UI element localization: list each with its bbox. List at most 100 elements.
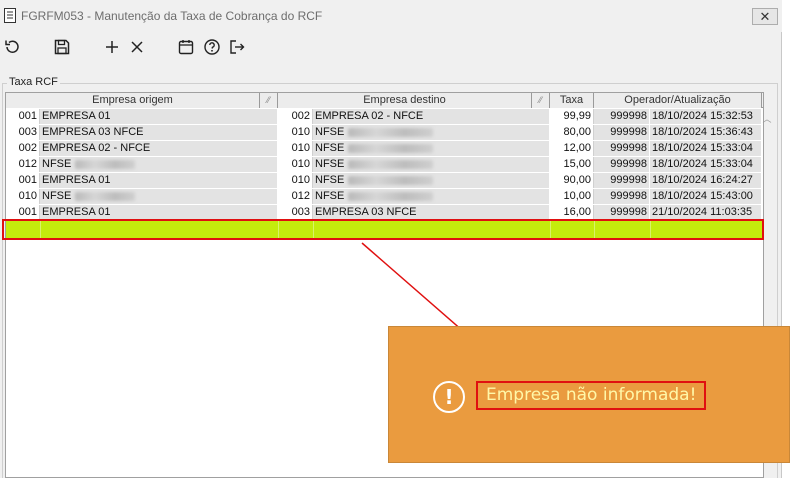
cell-text: NFSE	[42, 190, 72, 202]
table-row[interactable]: 003 EMPRESA 03 NFCE 010 NFSE 80,00 999998 18/1…	[6, 125, 763, 141]
cell-text: EMPRESA 01	[42, 174, 111, 186]
grid-cell-data[interactable]: 18/10/2024 15:36:43	[650, 125, 762, 140]
grid-cell-taxa[interactable]: 10,00	[550, 189, 594, 204]
exclamation-icon: !	[433, 381, 465, 413]
window-title: FGRFM053 - Manutenção da Taxa de Cobranç…	[21, 9, 323, 23]
table-row[interactable]: 002 EMPRESA 02 - NFCE 010 NFSE 12,00 999998 18…	[6, 141, 763, 157]
title-bar: FGRFM053 - Manutenção da Taxa de Cobranç…	[0, 0, 782, 32]
grid-cell-taxa[interactable]: 99,99	[550, 109, 594, 124]
group-label: Taxa RCF	[7, 76, 60, 88]
cell-text: 90,00	[563, 174, 591, 186]
refresh-icon	[5, 40, 19, 53]
cell-text: 999998	[610, 126, 647, 138]
grid-cell-orig-code[interactable]: 002	[6, 141, 40, 156]
table-row[interactable]: 010 NFSE 012 NFSE 10,00 999998 18/10/2024 15:4…	[6, 189, 763, 205]
toolbar	[0, 33, 782, 61]
grid-cell-orig-name[interactable]: NFSE	[40, 189, 278, 204]
grid-cell-data[interactable]: 18/10/2024 15:33:04	[650, 141, 762, 156]
delete-button[interactable]	[127, 37, 147, 57]
grid-cell-dest-code[interactable]: 010	[278, 157, 313, 172]
cell-text: 010	[18, 190, 37, 202]
table-row[interactable]: 001 EMPRESA 01 010 NFSE 90,00 999998 18/10/202…	[6, 173, 763, 189]
grid-cell-dest-code[interactable]: 010	[278, 141, 313, 156]
grid-cell-operador[interactable]: 999998	[594, 157, 650, 172]
grid-cell-data[interactable]: 18/10/2024 15:32:53	[650, 109, 762, 124]
cell-text: 18/10/2024 15:36:43	[652, 126, 753, 138]
cell-text: 99,99	[563, 110, 591, 122]
grid-cell-operador[interactable]: 999998	[594, 125, 650, 140]
grid-cell-operador[interactable]: 999998	[594, 173, 650, 188]
cell-text: EMPRESA 01	[42, 206, 111, 218]
grid-cell-dest-name[interactable]: NFSE	[313, 189, 550, 204]
grid-cell-operador[interactable]: 999998	[594, 189, 650, 204]
grid-cell-operador[interactable]: 999998	[594, 141, 650, 156]
header-operador[interactable]: Operador/Atualização	[594, 93, 762, 108]
grid-cell-orig-code[interactable]: 012	[6, 157, 40, 172]
grid-cell-data[interactable]: 18/10/2024 15:43:00	[650, 189, 762, 204]
cell-text: 999998	[610, 190, 647, 202]
grid-cell-orig-name[interactable]: EMPRESA 01	[40, 173, 278, 188]
header-empresa-destino[interactable]: Empresa destino	[278, 93, 532, 108]
cell-text: 002	[18, 142, 37, 154]
grid-cell-data[interactable]: 18/10/2024 16:24:27	[650, 173, 762, 188]
grid-cell-orig-name[interactable]: NFSE	[40, 157, 278, 172]
grid-cell-dest-code[interactable]: 002	[278, 109, 313, 124]
grid-cell-dest-name[interactable]: NFSE	[313, 173, 550, 188]
grid-cell-orig-code[interactable]: 001	[6, 205, 40, 220]
cell-text: 999998	[610, 174, 647, 186]
table-row[interactable]: 012 NFSE 010 NFSE 15,00 999998 18/10/2024 15:3…	[6, 157, 763, 173]
scroll-up-arrow[interactable]: ︿	[761, 112, 773, 124]
grid-cell-orig-code[interactable]: 001	[6, 109, 40, 124]
filter-icon[interactable]: ⁄⁄	[532, 93, 550, 108]
grid-cell-orig-name[interactable]: EMPRESA 01	[40, 205, 278, 220]
grid-cell-orig-code[interactable]: 001	[6, 173, 40, 188]
calendar-button[interactable]	[176, 37, 196, 57]
grid-cell-taxa[interactable]: 16,00	[550, 205, 594, 220]
grid-cell-orig-name[interactable]: EMPRESA 01	[40, 109, 278, 124]
exit-button[interactable]	[227, 37, 247, 57]
header-taxa[interactable]: Taxa	[550, 93, 594, 108]
grid-cell-data[interactable]: 18/10/2024 15:33:04	[650, 157, 762, 172]
header-empresa-origem[interactable]: Empresa origem	[6, 93, 260, 108]
cell-text: EMPRESA 02 - NFCE	[315, 110, 424, 122]
filter-icon[interactable]: ⁄⁄	[260, 93, 278, 108]
grid-cell-operador[interactable]: 999998	[594, 109, 650, 124]
save-button[interactable]	[52, 37, 72, 57]
grid-cell-data[interactable]: 21/10/2024 11:03:35	[650, 205, 762, 220]
grid-cell-dest-name[interactable]: NFSE	[313, 125, 550, 140]
grid-cell-dest-code[interactable]: 010	[278, 125, 313, 140]
redacted-text	[348, 175, 434, 185]
add-button[interactable]	[102, 37, 122, 57]
grid-cell-dest-code[interactable]: 010	[278, 173, 313, 188]
grid-cell-dest-name[interactable]: NFSE	[313, 157, 550, 172]
refresh-button[interactable]	[2, 37, 22, 57]
grid-header: Empresa origem ⁄⁄ Empresa destino ⁄⁄ Tax…	[6, 93, 763, 108]
grid-cell-orig-code[interactable]: 010	[6, 189, 40, 204]
add-icon	[106, 41, 118, 53]
grid-cell-dest-code[interactable]: 012	[278, 189, 313, 204]
save-icon	[54, 39, 70, 55]
grid-cell-taxa[interactable]: 90,00	[550, 173, 594, 188]
grid-cell-orig-code[interactable]: 003	[6, 125, 40, 140]
grid-cell-orig-name[interactable]: EMPRESA 02 - NFCE	[40, 141, 278, 156]
grid-cell-operador[interactable]: 999998	[594, 205, 650, 220]
cell-text: 18/10/2024 15:33:04	[652, 142, 753, 154]
cell-text: 18/10/2024 15:43:00	[652, 190, 753, 202]
help-button[interactable]	[202, 37, 222, 57]
cell-text: 010	[291, 126, 310, 138]
cell-text: 16,00	[563, 206, 591, 218]
cell-text: 001	[18, 174, 37, 186]
grid-cell-taxa[interactable]: 80,00	[550, 125, 594, 140]
cell-text: 18/10/2024 15:32:53	[652, 110, 753, 122]
close-button[interactable]: ✕	[752, 8, 778, 25]
document-icon	[4, 8, 16, 23]
grid-cell-dest-name[interactable]: NFSE	[313, 141, 550, 156]
grid-cell-dest-name[interactable]: EMPRESA 02 - NFCE	[313, 109, 550, 124]
cell-text: NFSE	[315, 190, 345, 202]
table-row[interactable]: 001 EMPRESA 01 002 EMPRESA 02 - NFCE 99,99 99…	[6, 109, 763, 125]
grid-cell-orig-name[interactable]: EMPRESA 03 NFCE	[40, 125, 278, 140]
grid-cell-taxa[interactable]: 15,00	[550, 157, 594, 172]
grid-cell-taxa[interactable]: 12,00	[550, 141, 594, 156]
grid-cell-dest-name[interactable]: EMPRESA 03 NFCE	[313, 205, 550, 220]
grid-cell-dest-code[interactable]: 003	[278, 205, 313, 220]
